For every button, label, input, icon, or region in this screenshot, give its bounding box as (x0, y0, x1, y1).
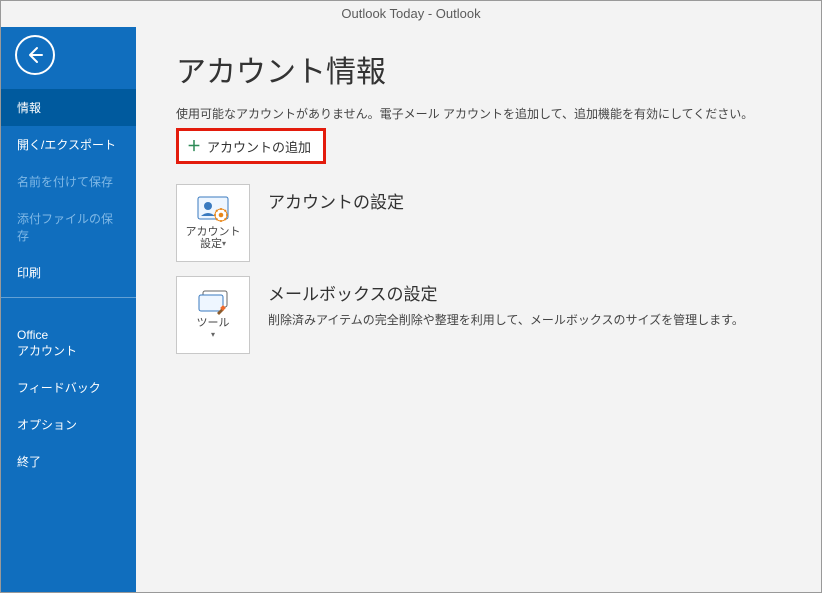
window-title: Outlook Today - Outlook (1, 1, 821, 27)
sidebar-item-save-attachments: 添付ファイルの保存 (1, 200, 136, 254)
tile-label: アカウント 設定 ▾ (186, 226, 241, 250)
dropdown-icon: ▾ (222, 240, 226, 249)
tile-label: ツール▾ (197, 317, 230, 341)
sidebar-item-exit[interactable]: 終了 (1, 443, 136, 480)
sidebar-item-open-export[interactable]: 開く/エクスポート (1, 126, 136, 163)
sidebar-item-label: フィードバック (17, 381, 101, 395)
back-button[interactable] (15, 35, 55, 75)
sidebar-item-label: 情報 (17, 101, 41, 115)
plus-icon: ＋ (187, 136, 201, 156)
sidebar-item-label: 添付ファイルの保存 (17, 212, 113, 243)
sidebar-item-label: 終了 (17, 455, 41, 469)
sidebar-item-label: 開く/エクスポート (17, 138, 116, 152)
add-account-label: アカウントの追加 (207, 137, 311, 156)
section-title-account-settings: アカウントの設定 (268, 188, 404, 213)
sidebar-item-save-as: 名前を付けて保存 (1, 163, 136, 200)
dropdown-icon: ▾ (211, 331, 215, 340)
tools-icon (197, 289, 229, 315)
sidebar-item-office-account[interactable]: Office アカウント (1, 304, 136, 369)
sidebar-item-label: オプション (17, 418, 77, 432)
add-account-button[interactable]: ＋ アカウントの追加 (176, 128, 326, 164)
sidebar-item-label: Office アカウント (17, 328, 77, 358)
back-arrow-icon (25, 45, 45, 65)
sidebar-item-options[interactable]: オプション (1, 406, 136, 443)
sidebar-item-feedback[interactable]: フィードバック (1, 369, 136, 406)
tools-tile[interactable]: ツール▾ (176, 276, 250, 354)
info-text: 使用可能なアカウントがありません。電子メール アカウントを追加して、追加機能を有… (176, 105, 821, 122)
account-settings-icon (197, 196, 229, 224)
sidebar-item-info[interactable]: 情報 (1, 89, 136, 126)
content-area: アカウント情報 使用可能なアカウントがありません。電子メール アカウントを追加し… (136, 27, 821, 592)
section-desc-mailbox-settings: 削除済みアイテムの完全削除や整理を利用して、メールボックスのサイズを管理します。 (268, 311, 744, 328)
account-settings-tile[interactable]: アカウント 設定 ▾ (176, 184, 250, 262)
page-title: アカウント情報 (176, 47, 821, 91)
sidebar-item-label: 名前を付けて保存 (17, 175, 113, 189)
sidebar: 情報 開く/エクスポート 名前を付けて保存 添付ファイルの保存 印刷 Offic… (1, 27, 136, 592)
sidebar-separator (1, 297, 136, 298)
sidebar-item-label: 印刷 (17, 266, 41, 280)
sidebar-item-print[interactable]: 印刷 (1, 254, 136, 291)
section-title-mailbox-settings: メールボックスの設定 (268, 280, 744, 305)
